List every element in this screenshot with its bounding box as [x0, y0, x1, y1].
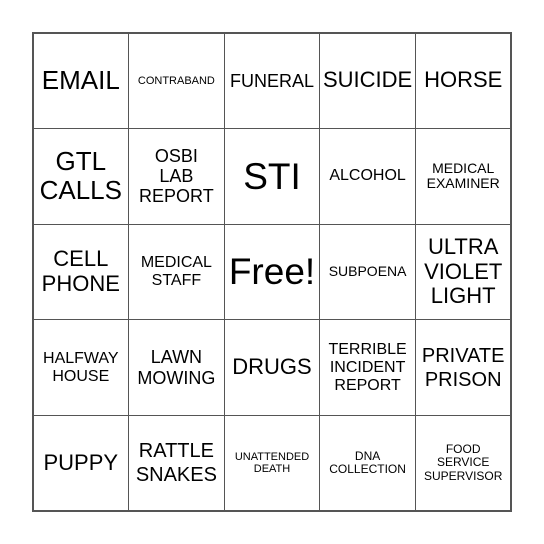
bingo-cell[interactable]: GTL CALLS — [32, 128, 130, 225]
bingo-cell[interactable]: SUBPOENA — [319, 223, 416, 321]
bingo-cell[interactable]: UNATTENDED DEATH — [223, 414, 321, 512]
bingo-cell[interactable]: TERRIBLE INCIDENT REPORT — [319, 319, 416, 416]
bingo-cell[interactable]: LAWN MOWING — [128, 319, 225, 416]
bingo-cell[interactable]: EMAIL — [32, 32, 130, 130]
bingo-cell[interactable]: ALCOHOL — [319, 128, 416, 225]
bingo-cell[interactable]: HORSE — [414, 32, 512, 130]
bingo-cell[interactable]: FOOD SERVICE SUPERVISOR — [414, 414, 512, 512]
bingo-cell[interactable]: OSBI LAB REPORT — [128, 128, 225, 225]
bingo-board: EMAIL CONTRABAND FUNERAL SUICIDE HORSE GTL CA… — [32, 32, 512, 512]
bingo-cell[interactable]: PRIVATE PRISON — [414, 319, 512, 416]
bingo-cell[interactable]: DRUGS — [223, 319, 321, 416]
bingo-cell[interactable]: PUPPY — [32, 414, 130, 512]
bingo-cell[interactable]: STI — [223, 128, 321, 225]
bingo-cell[interactable]: MEDICAL STAFF — [128, 223, 225, 321]
bingo-cell[interactable]: CELL PHONE — [32, 223, 130, 321]
bingo-cell[interactable]: HALFWAY HOUSE — [32, 319, 130, 416]
bingo-cell[interactable]: CONTRABAND — [128, 32, 225, 130]
bingo-cell[interactable]: SUICIDE — [319, 32, 416, 130]
bingo-cell-free[interactable]: Free! — [223, 223, 321, 321]
bingo-cell[interactable]: MEDICAL EXAMINER — [414, 128, 512, 225]
bingo-cell[interactable]: FUNERAL — [223, 32, 321, 130]
bingo-cell[interactable]: RATTLE SNAKES — [128, 414, 225, 512]
bingo-cell[interactable]: DNA COLLECTION — [319, 414, 416, 512]
bingo-cell[interactable]: ULTRA VIOLET LIGHT — [414, 223, 512, 321]
